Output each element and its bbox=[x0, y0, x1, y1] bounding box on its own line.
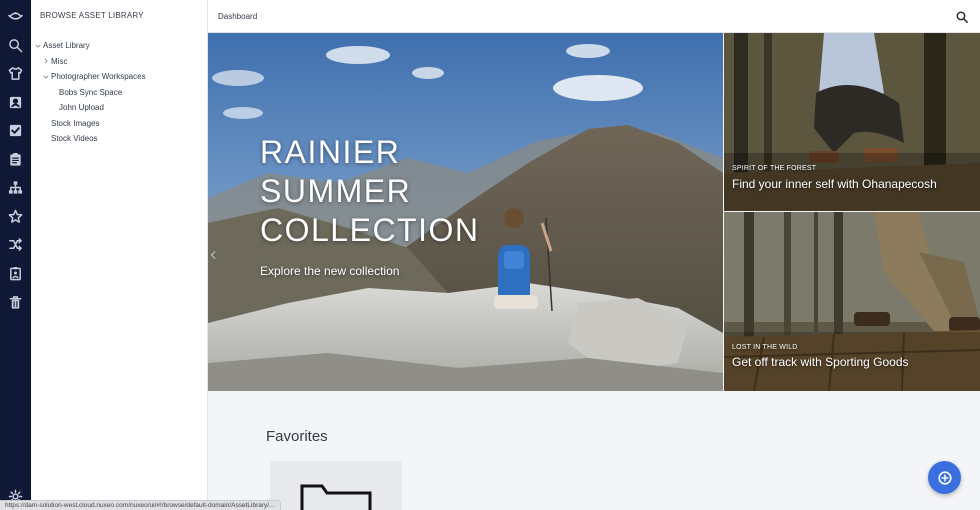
trash-icon[interactable] bbox=[5, 292, 26, 313]
tree-list: Asset Library Misc Photographer Workspac… bbox=[31, 38, 207, 147]
carousel-prev-button[interactable] bbox=[209, 247, 217, 263]
folder-icon bbox=[300, 484, 372, 510]
tree-item-label: Misc bbox=[51, 56, 68, 66]
chevron-down-icon[interactable] bbox=[34, 42, 42, 50]
task-checkbox-icon[interactable] bbox=[5, 120, 26, 141]
favorites-title: Favorites bbox=[266, 428, 328, 445]
tile-caption: Get off track with Sporting Goods bbox=[732, 355, 909, 369]
browse-tree-panel: BROWSE ASSET LIBRARY Asset Library Misc … bbox=[31, 0, 208, 500]
tile-kicker: LOST IN THE WILD bbox=[732, 344, 798, 351]
add-circle-icon bbox=[937, 470, 952, 485]
promo-tile-forest[interactable]: SPIRIT OF THE FOREST Find your inner sel… bbox=[724, 33, 980, 211]
search-button[interactable] bbox=[952, 7, 972, 27]
breadcrumb[interactable]: Dashboard bbox=[218, 12, 257, 21]
tree-item-misc[interactable]: Misc bbox=[31, 54, 207, 70]
chevron-left-icon bbox=[210, 251, 216, 259]
hero-banner[interactable]: RAINIER SUMMER COLLECTION Explore the ne… bbox=[208, 33, 723, 391]
tile-caption: Find your inner self with Ohanapecosh bbox=[732, 177, 937, 191]
search-icon bbox=[956, 11, 968, 23]
tree-item-bobs-sync-space[interactable]: Bobs Sync Space bbox=[31, 85, 207, 101]
top-header: Dashboard bbox=[208, 0, 980, 33]
add-button[interactable] bbox=[928, 461, 961, 494]
tree-item-photographer-workspaces[interactable]: Photographer Workspaces bbox=[31, 69, 207, 85]
search-icon[interactable] bbox=[5, 35, 26, 56]
shirt-icon[interactable] bbox=[5, 63, 26, 84]
icon-rail bbox=[0, 0, 31, 510]
tile-kicker: SPIRIT OF THE FOREST bbox=[732, 165, 817, 172]
tree-panel-title: BROWSE ASSET LIBRARY bbox=[40, 11, 144, 20]
chevron-right-icon[interactable] bbox=[42, 57, 50, 65]
link-status-bar: https://dam-solution-west.cloud.nuxeo.co… bbox=[0, 500, 281, 510]
tree-item-john-upload[interactable]: John Upload bbox=[31, 100, 207, 116]
hero-title: RAINIER SUMMER COLLECTION bbox=[260, 134, 480, 248]
tree-item-label: John Upload bbox=[59, 103, 104, 113]
tree-item-asset-library[interactable]: Asset Library bbox=[31, 38, 207, 54]
contact-card-icon[interactable] bbox=[5, 92, 26, 113]
tree-item-label: Photographer Workspaces bbox=[51, 72, 146, 82]
hierarchy-icon[interactable] bbox=[5, 177, 26, 198]
tree-item-label: Asset Library bbox=[43, 41, 90, 51]
star-icon[interactable] bbox=[5, 206, 26, 227]
logo-icon[interactable] bbox=[5, 6, 26, 27]
clipboard-icon[interactable] bbox=[5, 149, 26, 170]
tree-item-stock-videos[interactable]: Stock Videos bbox=[31, 131, 207, 147]
clipboard-person-icon[interactable] bbox=[5, 263, 26, 284]
hero-subtitle: Explore the new collection bbox=[260, 264, 400, 278]
promo-tile-wild[interactable]: LOST IN THE WILD Get off track with Spor… bbox=[724, 212, 980, 391]
tree-item-stock-images[interactable]: Stock Images bbox=[31, 116, 207, 132]
tree-item-label: Stock Images bbox=[51, 118, 100, 128]
tree-item-label: Stock Videos bbox=[51, 134, 98, 144]
tree-item-label: Bobs Sync Space bbox=[59, 87, 123, 97]
chevron-down-icon[interactable] bbox=[42, 73, 50, 81]
shuffle-icon[interactable] bbox=[5, 234, 26, 255]
favorite-folder-card[interactable] bbox=[270, 461, 402, 510]
